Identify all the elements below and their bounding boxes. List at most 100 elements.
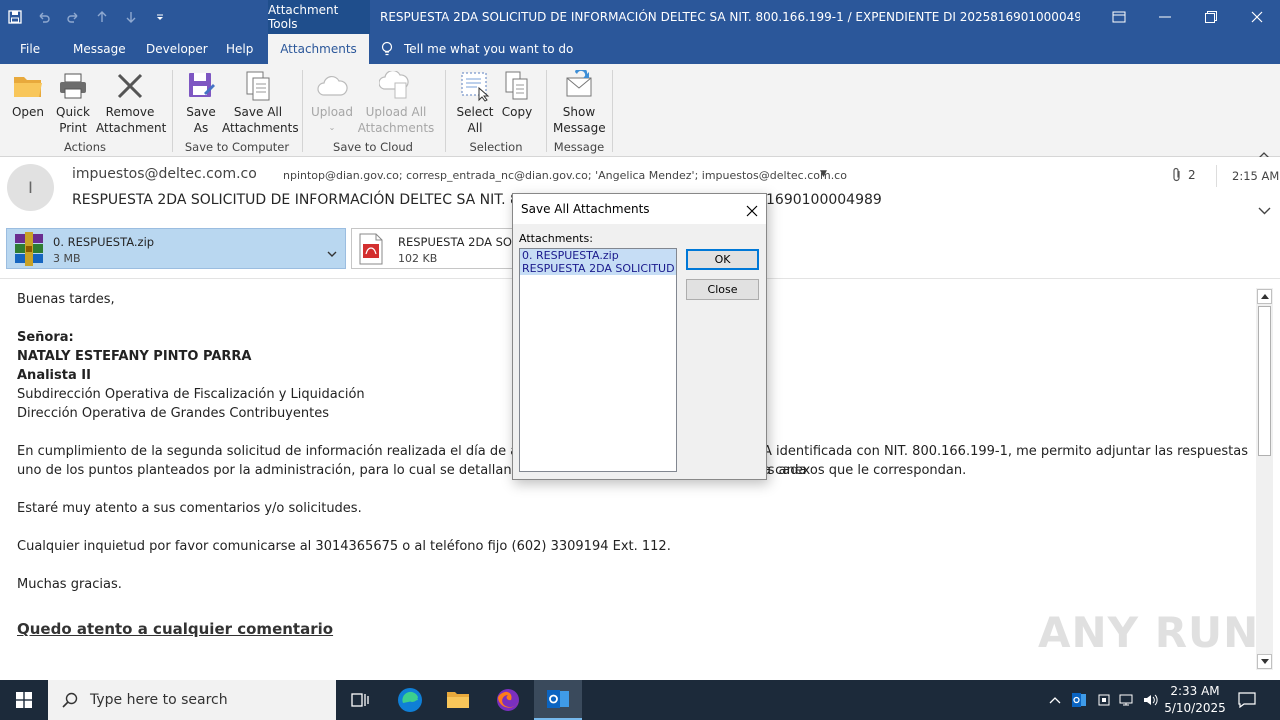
taskbar-file-explorer[interactable] [434, 680, 482, 720]
group-label-actions: Actions [63, 140, 106, 154]
minimize-icon[interactable] [1142, 0, 1188, 34]
group-label-save-to-computer: Save to Computer [184, 140, 290, 154]
outlook-tray-icon [1072, 693, 1086, 707]
ribbon-display-options-icon[interactable] [1096, 0, 1142, 34]
group-label-save-to-cloud: Save to Cloud [333, 140, 413, 154]
quick-access-toolbar [0, 0, 174, 34]
open-button[interactable]: Open [8, 68, 48, 120]
chevron-up-icon [1049, 697, 1061, 704]
tab-message[interactable]: Message [61, 34, 138, 64]
firefox-icon [497, 689, 519, 711]
select-all-button[interactable]: Select All [454, 68, 496, 136]
save-as-button[interactable]: Save As [182, 68, 220, 136]
remove-x-icon [96, 68, 164, 104]
tray-network[interactable] [1116, 680, 1138, 720]
header-divider [1216, 165, 1217, 187]
dialog-title: Save All Attachments [513, 194, 766, 224]
pdf-icon [356, 232, 386, 270]
tab-attachments[interactable]: Attachments [268, 34, 369, 64]
ribbon: Open Quick Print Remove Attachment Actio… [0, 64, 1280, 159]
outlook-icon [547, 690, 569, 708]
dialog-close-icon[interactable] [746, 202, 758, 221]
ok-button[interactable]: OK [686, 249, 759, 270]
tab-developer[interactable]: Developer [134, 34, 220, 64]
expand-header-icon[interactable] [1258, 200, 1271, 219]
notification-icon [1238, 692, 1256, 708]
body-paragraph: Estaré muy atento a sus comentarios y/o … [17, 501, 362, 516]
lightbulb-icon [381, 41, 393, 56]
windows-logo-icon [16, 692, 32, 708]
customize-qat-icon[interactable] [145, 0, 174, 34]
printer-icon [52, 68, 94, 104]
device-icon [1098, 694, 1110, 706]
search-placeholder: Type here to search [90, 692, 228, 708]
close-icon[interactable] [1234, 0, 1280, 34]
save-icon[interactable] [0, 0, 29, 34]
tray-volume[interactable] [1140, 680, 1162, 720]
attachment-dropdown-icon[interactable] [327, 243, 337, 262]
upload-button[interactable]: Upload ⌄ [310, 68, 354, 136]
attachments-list-label: Attachments: [519, 232, 593, 245]
tell-me-text: Tell me what you want to do [404, 42, 574, 56]
sender-address[interactable]: impuestos@deltec.com.co [72, 166, 257, 182]
ribbon-separator [612, 70, 613, 152]
close-button[interactable]: Close [686, 279, 759, 300]
undo-icon[interactable] [29, 0, 58, 34]
group-label-selection: Selection [469, 140, 523, 154]
list-item[interactable]: 0. RESPUESTA.zip [520, 249, 676, 262]
save-all-attachments-button[interactable]: Save All Attachments [222, 68, 299, 136]
folder-icon [447, 692, 469, 708]
remove-attachment-button[interactable]: Remove Attachment [96, 68, 166, 136]
quick-print-button[interactable]: Quick Print [52, 68, 94, 136]
body-thanks: Muchas gracias. [17, 577, 122, 592]
taskbar-search-box[interactable]: Type here to search [48, 680, 336, 720]
action-center-button[interactable] [1232, 680, 1262, 720]
cloud-icon [310, 68, 354, 104]
down-arrow-icon[interactable] [116, 0, 145, 34]
up-arrow-icon[interactable] [87, 0, 116, 34]
task-view-button[interactable] [336, 680, 384, 720]
tray-device[interactable] [1094, 680, 1114, 720]
tray-outlook[interactable] [1068, 680, 1090, 720]
cloud-documents-icon [354, 68, 438, 104]
folder-icon [8, 68, 48, 104]
start-button[interactable] [0, 680, 48, 720]
paperclip-icon [1173, 167, 1180, 182]
redo-icon[interactable] [58, 0, 87, 34]
tell-me-box[interactable]: Tell me what you want to do [380, 34, 573, 64]
attachment-tools-context-label: Attachment Tools [268, 0, 370, 34]
attachment-zip[interactable]: 0. RESPUESTA.zip 3 MB [6, 228, 346, 269]
network-icon [1119, 694, 1133, 706]
copy-button[interactable]: Copy [498, 68, 536, 120]
taskbar: Type here to search 2:33 AM 5/10/2025 [0, 680, 1280, 720]
volume-icon [1144, 694, 1158, 706]
window-title: RESPUESTA 2DA SOLICITUD DE INFORMACIÓN D… [380, 10, 1080, 24]
avatar[interactable]: I [7, 164, 54, 211]
scroll-thumb[interactable] [1258, 306, 1271, 456]
attachments-listbox[interactable]: 0. RESPUESTA.zip RESPUESTA 2DA SOLICITUD… [519, 248, 677, 472]
winrar-archive-icon [11, 232, 47, 270]
show-hidden-icons[interactable] [1046, 680, 1064, 720]
scroll-up-icon[interactable] [1257, 289, 1272, 304]
upload-all-attachments-button[interactable]: Upload All Attachments [354, 68, 438, 136]
chevron-down-icon[interactable]: ▼ [820, 169, 827, 179]
documents-icon [222, 68, 294, 104]
copy-icon [498, 68, 536, 104]
taskbar-outlook[interactable] [534, 680, 582, 720]
list-item[interactable]: RESPUESTA 2DA SOLICITUD DE [520, 262, 676, 275]
show-message-button[interactable]: Show Message [553, 68, 606, 136]
taskbar-clock[interactable]: 2:33 AM 5/10/2025 [1162, 683, 1228, 717]
edge-icon [398, 688, 422, 712]
attachment-pdf[interactable]: RESPUESTA 2DA SOLIC 102 KB [351, 228, 530, 270]
save-as-icon [182, 68, 220, 104]
attachment-name: 0. RESPUESTA.zip [53, 235, 155, 249]
search-icon [62, 692, 78, 708]
body-paragraph: Cualquier inquietud por favor comunicars… [17, 539, 671, 554]
restore-icon[interactable] [1188, 0, 1234, 34]
recipients[interactable]: npintop@dian.gov.co; corresp_entrada_nc@… [283, 169, 847, 182]
tab-help[interactable]: Help [214, 34, 265, 64]
taskbar-edge[interactable] [386, 680, 434, 720]
tab-file[interactable]: File [8, 34, 52, 64]
save-all-attachments-dialog: Save All Attachments Attachments: 0. RES… [512, 193, 767, 480]
taskbar-firefox[interactable] [484, 680, 532, 720]
